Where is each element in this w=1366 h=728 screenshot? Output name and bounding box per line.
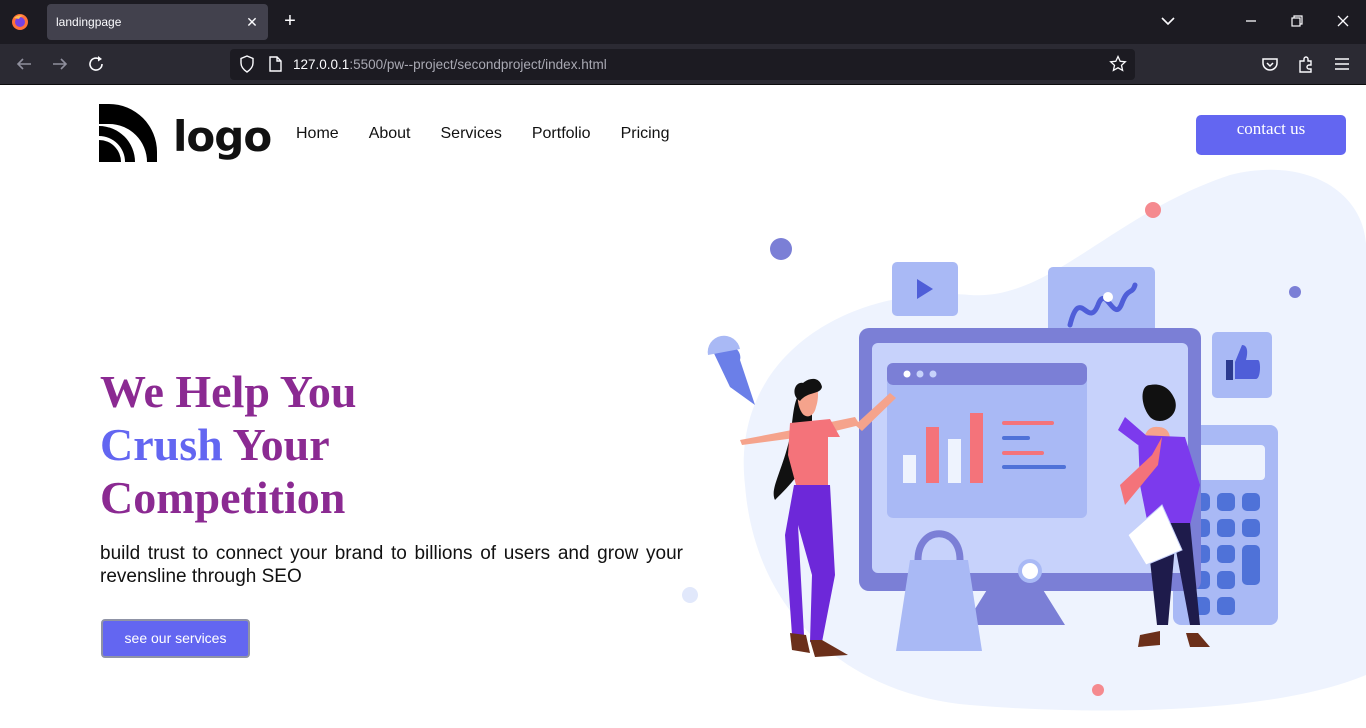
url-bar[interactable]: 127.0.0.1:5500/pw--project/secondproject… <box>230 49 1135 80</box>
forward-icon[interactable] <box>49 53 71 75</box>
tab-title: landingpage <box>56 15 122 29</box>
nav-link-portfolio[interactable]: Portfolio <box>532 125 591 143</box>
hero-title-line1: We Help You <box>100 366 357 417</box>
contact-us-button[interactable]: contact us <box>1196 115 1346 155</box>
close-icon[interactable]: ✕ <box>243 13 261 31</box>
url-host: 127.0.0.1 <box>293 57 350 72</box>
star-icon[interactable] <box>1108 54 1128 74</box>
nav-link-services[interactable]: Services <box>441 125 502 143</box>
main-nav: Home About Services Portfolio Pricing <box>296 125 669 143</box>
video-card <box>892 262 958 316</box>
nav-link-about[interactable]: About <box>369 125 411 143</box>
nav-link-home[interactable]: Home <box>296 125 339 143</box>
web-page: logo Home About Services Portfolio Prici… <box>0 85 1366 728</box>
hero-description: build trust to connect your brand to bil… <box>100 543 683 587</box>
plus-icon[interactable]: + <box>279 10 301 32</box>
url-path: :5500/pw--project/secondproject/index.ht… <box>349 57 607 72</box>
shield-icon[interactable] <box>237 54 257 74</box>
decor-dot <box>1092 684 1104 696</box>
chevron-down-icon[interactable] <box>1157 10 1179 32</box>
pocket-icon[interactable] <box>1259 53 1281 75</box>
tab-landingpage[interactable]: landingpage ✕ <box>47 4 268 40</box>
reload-icon[interactable] <box>85 53 107 75</box>
hero-title-accent: Crush <box>100 419 223 470</box>
page-icon[interactable] <box>265 54 285 74</box>
browser-tab-strip: landingpage ✕ + <box>0 0 1366 44</box>
logo-mark-icon <box>99 104 157 162</box>
like-card <box>1212 332 1272 398</box>
decor-dot <box>1289 286 1301 298</box>
nav-link-pricing[interactable]: Pricing <box>621 125 670 143</box>
decor-dot <box>682 587 698 603</box>
restore-icon[interactable] <box>1286 10 1308 32</box>
extensions-icon[interactable] <box>1295 53 1317 75</box>
back-icon[interactable] <box>13 53 35 75</box>
hero-title: We Help You Crush Your Competition <box>100 365 356 524</box>
menu-icon[interactable] <box>1331 53 1353 75</box>
url-text[interactable]: 127.0.0.1:5500/pw--project/secondproject… <box>293 57 607 72</box>
see-our-services-button[interactable]: see our services <box>101 619 250 658</box>
window-close-icon[interactable] <box>1332 10 1354 32</box>
hero-illustration <box>682 169 1366 711</box>
firefox-icon[interactable] <box>10 12 30 32</box>
hero-title-line3: Competition <box>100 472 346 523</box>
browser-toolbar: 127.0.0.1:5500/pw--project/secondproject… <box>0 44 1366 85</box>
decor-dot <box>770 238 792 260</box>
decor-dot <box>1145 202 1161 218</box>
logo-text: logo <box>173 112 272 161</box>
hero-title-line2: Your <box>222 419 330 470</box>
site-logo[interactable]: logo <box>99 104 272 164</box>
minimize-icon[interactable] <box>1240 10 1262 32</box>
